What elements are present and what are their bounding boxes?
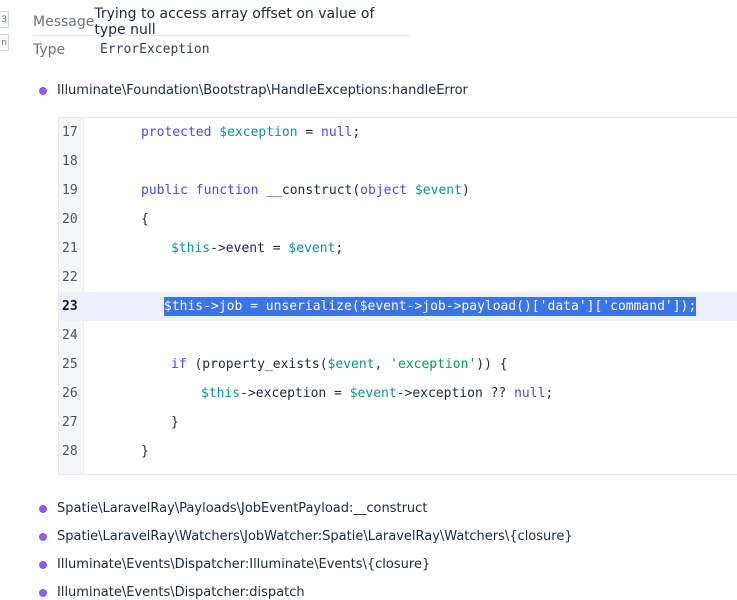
stack-frame-top[interactable]: Illuminate\Foundation\Bootstrap\HandleEx… bbox=[39, 83, 468, 98]
line-number: 26 bbox=[62, 386, 78, 401]
code-line: 17 protected $exception = null; bbox=[59, 118, 737, 147]
line-number: 21 bbox=[62, 241, 78, 256]
code-line: 21 $this->event = $event; bbox=[59, 234, 737, 263]
line-number: 28 bbox=[62, 444, 78, 459]
line-number: 19 bbox=[62, 183, 78, 198]
type-value: ErrorException bbox=[100, 42, 210, 57]
code-text: public function __construct(object $even… bbox=[141, 183, 470, 198]
message-value: Trying to access array offset on value o… bbox=[94, 5, 375, 38]
code-text: if (property_exists($event, 'exception')… bbox=[171, 357, 508, 372]
code-text: $this->job = unserialize($event->job->pa… bbox=[83, 297, 697, 316]
exception-meta: Message Trying to access array offset on… bbox=[33, 5, 410, 63]
line-number: 27 bbox=[62, 415, 78, 430]
code-line: 24 bbox=[59, 321, 737, 350]
stack-frame[interactable]: Spatie\LaravelRay\Watchers\JobWatcher:Sp… bbox=[39, 529, 573, 544]
stack-frame[interactable]: Illuminate\Events\Dispatcher:Illuminate\… bbox=[39, 557, 430, 572]
line-number: 22 bbox=[62, 270, 78, 285]
frame-bullet-icon bbox=[39, 532, 47, 541]
line-number: 17 bbox=[62, 125, 78, 140]
stack-frame[interactable]: Spatie\LaravelRay\Payloads\JobEventPaylo… bbox=[39, 501, 427, 516]
code-line: 25 if (property_exists($event, 'exceptio… bbox=[59, 350, 737, 379]
frame-bullet-icon bbox=[39, 504, 47, 513]
selected-code: $this->job = unserialize($event->job->pa… bbox=[164, 297, 697, 316]
frame-bullet-icon bbox=[39, 86, 47, 95]
code-line: 28 } bbox=[59, 437, 737, 466]
frame-label: Spatie\LaravelRay\Payloads\JobEventPaylo… bbox=[57, 501, 428, 516]
code-text: $this->exception = $event->exception ?? … bbox=[201, 386, 554, 401]
code-line-highlighted: 23 $this->job = unserialize($event->job-… bbox=[59, 292, 737, 321]
code-line: 20 { bbox=[59, 205, 737, 234]
line-number: 23 bbox=[62, 299, 78, 314]
code-text: { bbox=[141, 212, 149, 227]
line-number: 24 bbox=[62, 328, 78, 343]
code-text: protected $exception = null; bbox=[141, 125, 361, 140]
code-line: 18 bbox=[59, 147, 737, 176]
code-line: 22 bbox=[59, 263, 737, 292]
line-number: 18 bbox=[62, 154, 78, 169]
line-number: 20 bbox=[62, 212, 78, 227]
type-row: Type ErrorException bbox=[33, 36, 410, 63]
gutter-tab[interactable]: 3 bbox=[0, 11, 9, 28]
message-label: Message bbox=[33, 13, 95, 30]
code-text: $this->event = $event; bbox=[171, 241, 344, 256]
code-text: } bbox=[141, 444, 149, 459]
code-line: 27 } bbox=[59, 408, 737, 437]
code-line: 26 $this->exception = $event->exception … bbox=[59, 379, 737, 408]
frame-label: Illuminate\Foundation\Bootstrap\HandleEx… bbox=[57, 83, 468, 98]
message-row: Message Trying to access array offset on… bbox=[33, 5, 410, 38]
code-snippet: 17 protected $exception = null; 18 19 pu… bbox=[58, 117, 737, 475]
left-gutter: 3 n bbox=[0, 0, 12, 600]
code-line: 19 public function __construct(object $e… bbox=[59, 176, 737, 205]
code-text: } bbox=[171, 415, 179, 430]
frame-label: Spatie\LaravelRay\Watchers\JobWatcher:Sp… bbox=[57, 529, 573, 544]
gutter-tab[interactable]: n bbox=[0, 34, 9, 51]
line-number: 25 bbox=[62, 357, 78, 372]
stack-frame[interactable]: Illuminate\Events\Dispatcher:dispatch bbox=[39, 585, 305, 600]
frame-bullet-icon bbox=[39, 588, 47, 597]
frame-bullet-icon bbox=[39, 560, 47, 569]
frame-label: Illuminate\Events\Dispatcher:dispatch bbox=[57, 585, 305, 600]
frame-label: Illuminate\Events\Dispatcher:Illuminate\… bbox=[57, 557, 431, 572]
type-label: Type bbox=[33, 41, 66, 58]
